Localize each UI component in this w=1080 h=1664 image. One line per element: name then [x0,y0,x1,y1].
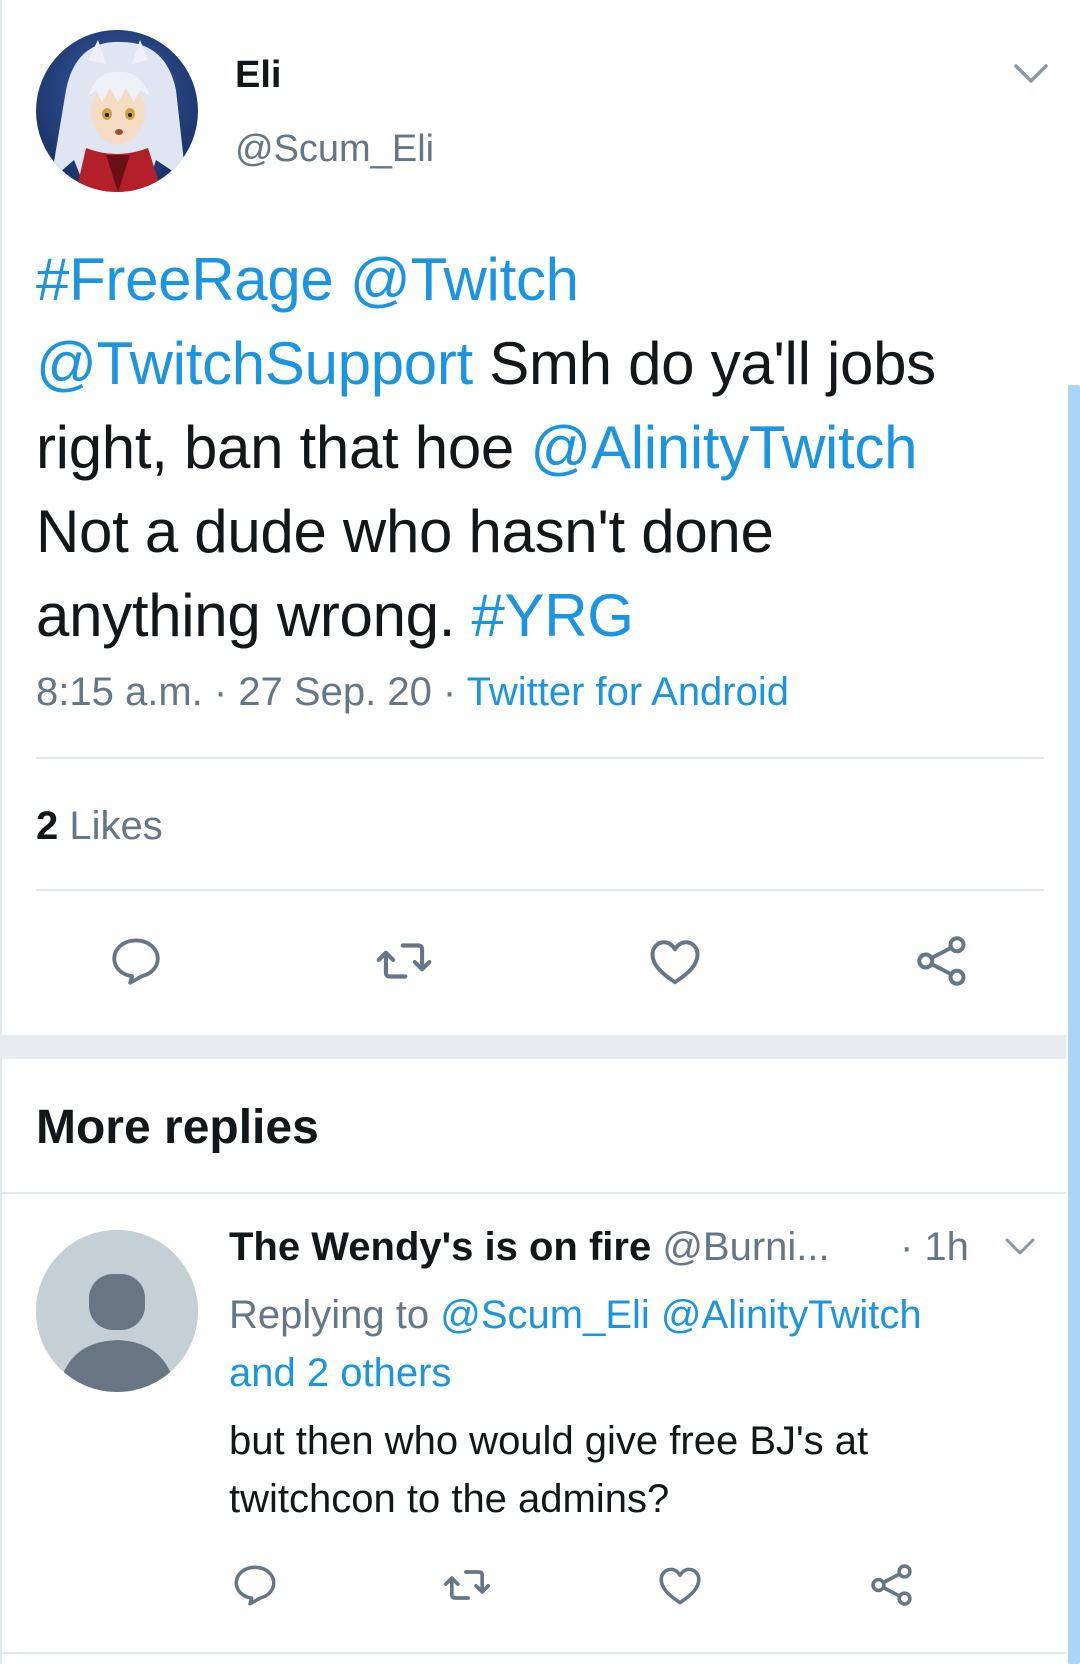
tweet-text-line: #FreeRage @Twitch [36,238,1061,322]
divider [0,1192,1066,1194]
meta-separator: · [202,670,239,714]
replying-prefix: Replying to [229,1293,441,1337]
like-button[interactable] [643,929,707,993]
author-name[interactable]: Eli [235,54,281,97]
author-handle[interactable]: @Scum_Eli [235,128,434,171]
mention-link[interactable]: @TwitchSupport [36,330,473,397]
section-title: More replies [36,1101,319,1154]
retweet-icon [376,943,432,979]
tweet-text-segment: anything wrong. [36,582,472,649]
tweet-source-link[interactable]: Twitter for Android [467,670,789,714]
meta-separator: · [431,670,467,714]
tweet-text-segment: right, ban that hoe [36,414,531,481]
likes-count-link[interactable]: 2 Likes [36,804,163,849]
replying-to: Replying to @Scum_Eli @AlinityTwitch and… [229,1286,1049,1402]
likes-label: Likes [58,804,163,848]
reply-icon [234,1565,276,1606]
tweet-time: 8:15 a.m. [36,670,203,714]
tweet-text: #FreeRage @Twitch @TwitchSupport Smh do y… [36,238,1061,658]
retweet-button[interactable] [439,1557,495,1613]
tweet-metadata: 8:15 a.m. · 27 Sep. 20 · Twitter for And… [36,670,789,715]
tweet-text-line: anything wrong. #YRG [36,574,1061,658]
replying-others-link[interactable]: and 2 others [229,1351,451,1395]
mention-link[interactable]: @AlinityTwitch [530,414,917,481]
retweet-button[interactable] [372,929,436,993]
mention-link[interactable]: @Scum_Eli [440,1293,650,1337]
reply-button[interactable] [104,929,168,993]
reply-text: but then who would give free BJ's at twi… [229,1412,1049,1528]
reply-author-name: The Wendy's is on fire [229,1225,652,1269]
tweet-text-segment [333,246,349,313]
hashtag-link[interactable]: #YRG [471,582,634,649]
retweet-icon [443,1570,491,1600]
likes-count: 2 [36,804,59,848]
share-icon [917,936,966,986]
left-border [0,0,2,1664]
reply-icon [112,938,160,985]
chevron-down-icon[interactable] [1013,62,1049,86]
reply-author-handle: @Burni... [662,1225,830,1269]
chevron-down-icon[interactable] [1004,1236,1036,1258]
mention-link[interactable]: @AlinityTwitch [661,1293,922,1337]
anime-character-avatar [36,30,198,192]
reply-text-line: twitchcon to the admins? [229,1477,670,1521]
reply-text-line: but then who would give free BJ's at [229,1419,869,1463]
divider [0,1652,1066,1654]
divider [36,889,1044,891]
scrollbar-thumb[interactable] [1068,385,1080,1664]
heart-icon [659,1567,701,1605]
reply-button[interactable] [227,1557,283,1613]
reply-author-line[interactable]: The Wendy's is on fire @Burni... [229,1225,830,1270]
reply-time: · 1h [900,1225,969,1269]
reply-author-avatar[interactable] [36,1230,198,1392]
tweet-text-segment: Not a dude who hasn't done [36,498,774,565]
tweet-date: 27 Sep. 20 [238,670,432,714]
default-profile-avatar [36,1230,198,1392]
heart-icon [650,940,700,985]
divider [36,757,1044,759]
tweet-text-line: @TwitchSupport Smh do ya'll jobs [36,322,1061,406]
share-button[interactable] [910,929,974,993]
mention-link[interactable]: @Twitch [350,246,579,313]
like-button[interactable] [652,1557,708,1613]
share-button[interactable] [864,1557,920,1613]
share-icon [871,1564,912,1606]
tweet-text-segment: Smh do ya'll jobs [472,330,936,397]
section-separator [0,1035,1066,1059]
tweet-text-line: Not a dude who hasn't done [36,490,1061,574]
author-avatar[interactable] [36,30,198,192]
tweet-text-line: right, ban that hoe @AlinityTwitch [36,406,1061,490]
hashtag-link[interactable]: #FreeRage [36,246,334,313]
